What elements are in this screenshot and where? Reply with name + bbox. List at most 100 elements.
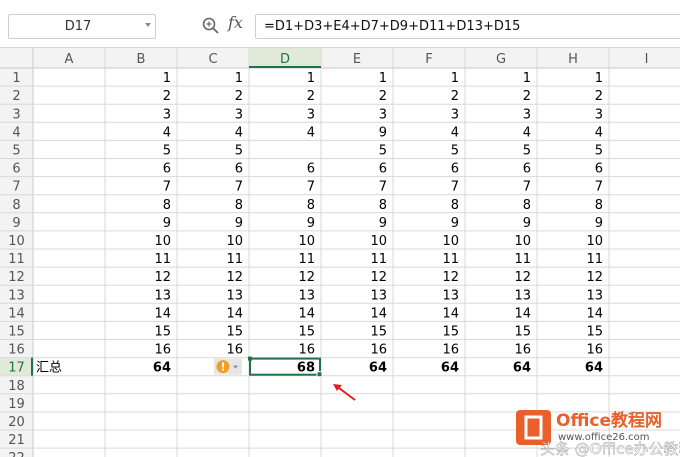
row-header-13[interactable]: 13 [8,288,25,303]
row-header-22[interactable]: 22 [8,451,25,457]
cell-d7[interactable]: 7 [307,180,315,195]
cell-g7[interactable]: 7 [523,180,531,195]
cell-c7[interactable]: 7 [235,180,243,195]
cell-h11[interactable]: 11 [586,252,603,267]
cell-f17[interactable]: 64 [441,361,459,376]
row-header-19[interactable]: 19 [8,397,25,412]
cell-h17[interactable]: 64 [585,361,603,376]
cell-h15[interactable]: 15 [586,325,603,340]
cell-g9[interactable]: 9 [523,216,531,231]
cell-b17[interactable]: 64 [153,361,171,376]
row-header-18[interactable]: 18 [8,379,25,394]
cell-f16[interactable]: 16 [442,343,459,358]
cell-d1[interactable]: 1 [307,71,315,86]
cell-b11[interactable]: 11 [154,252,171,267]
cell-b15[interactable]: 15 [154,325,171,340]
cell-h3[interactable]: 3 [595,107,603,122]
cell-c4[interactable]: 4 [235,125,243,140]
cell-e11[interactable]: 11 [370,252,387,267]
row-header-6[interactable]: 6 [12,162,20,177]
fill-handle[interactable] [316,371,323,378]
cell-h7[interactable]: 7 [595,180,603,195]
row-header-15[interactable]: 15 [8,325,25,340]
zoom-icon[interactable] [201,16,221,36]
cell-b5[interactable]: 5 [163,144,171,159]
row-header-20[interactable]: 20 [8,415,25,430]
cell-e12[interactable]: 12 [370,270,387,285]
cell-c16[interactable]: 16 [226,343,243,358]
row-header-2[interactable]: 2 [12,89,20,104]
column-header-a[interactable]: A [65,52,74,67]
cell-d4[interactable]: 4 [307,125,315,140]
cell-b16[interactable]: 16 [154,343,171,358]
cell-f3[interactable]: 3 [451,107,459,122]
cell-d16[interactable]: 16 [298,343,315,358]
cell-b12[interactable]: 12 [154,270,171,285]
cell-c9[interactable]: 9 [235,216,243,231]
cell-b14[interactable]: 14 [154,306,171,321]
cell-b13[interactable]: 13 [154,288,171,303]
cell-g5[interactable]: 5 [523,144,531,159]
column-header-g[interactable]: G [496,52,506,67]
row-header-11[interactable]: 11 [8,252,25,267]
cell-e7[interactable]: 7 [379,180,387,195]
row-header-21[interactable]: 21 [8,433,25,448]
cell-g4[interactable]: 4 [523,125,531,140]
cell-f13[interactable]: 13 [442,288,459,303]
cell-c10[interactable]: 10 [226,234,243,249]
cell-e4[interactable]: 9 [379,125,387,140]
cell-e13[interactable]: 13 [370,288,387,303]
cell-h16[interactable]: 16 [586,343,603,358]
row-header-14[interactable]: 14 [8,306,25,321]
cell-d17[interactable]: 68 [297,361,315,376]
cell-e14[interactable]: 14 [370,306,387,321]
cell-g12[interactable]: 12 [514,270,531,285]
row-header-12[interactable]: 12 [8,270,25,285]
cell-f7[interactable]: 7 [451,180,459,195]
cell-f4[interactable]: 4 [451,125,459,140]
name-box[interactable]: D17 [8,14,156,39]
row-header-4[interactable]: 4 [12,125,20,140]
column-header-i[interactable]: I [645,52,649,67]
cell-e10[interactable]: 10 [370,234,387,249]
spreadsheet-grid[interactable]: ABCDEFGHI1111111122222222333333334444944… [0,48,680,457]
cell-h12[interactable]: 12 [586,270,603,285]
cell-d11[interactable]: 11 [298,252,315,267]
cell-e9[interactable]: 9 [379,216,387,231]
cell-b7[interactable]: 7 [163,180,171,195]
cell-g15[interactable]: 15 [514,325,531,340]
column-header-f[interactable]: F [425,52,432,67]
cell-f5[interactable]: 5 [451,144,459,159]
cell-e3[interactable]: 3 [379,107,387,122]
cell-c1[interactable]: 1 [235,71,243,86]
cell-c15[interactable]: 15 [226,325,243,340]
cell-g11[interactable]: 11 [514,252,531,267]
cell-h8[interactable]: 8 [595,198,603,213]
cell-g8[interactable]: 8 [523,198,531,213]
row-header-16[interactable]: 16 [8,343,25,358]
cell-f6[interactable]: 6 [451,162,459,177]
cell-f14[interactable]: 14 [442,306,459,321]
cell-f11[interactable]: 11 [442,252,459,267]
cell-g6[interactable]: 6 [523,162,531,177]
cell-c11[interactable]: 11 [226,252,243,267]
cell-d12[interactable]: 12 [298,270,315,285]
cell-e17[interactable]: 64 [369,361,387,376]
cell-h9[interactable]: 9 [595,216,603,231]
row-header-8[interactable]: 8 [12,198,20,213]
cell-d13[interactable]: 13 [298,288,315,303]
cell-e1[interactable]: 1 [379,71,387,86]
cell-c8[interactable]: 8 [235,198,243,213]
cell-f12[interactable]: 12 [442,270,459,285]
cell-d2[interactable]: 2 [307,89,315,104]
column-header-d[interactable]: D [280,52,290,67]
cell-h6[interactable]: 6 [595,162,603,177]
cell-c6[interactable]: 6 [235,162,243,177]
cell-g2[interactable]: 2 [523,89,531,104]
column-header-h[interactable]: H [568,52,578,67]
cell-g10[interactable]: 10 [514,234,531,249]
row-header-9[interactable]: 9 [12,216,20,231]
column-header-b[interactable]: B [137,52,146,67]
column-header-c[interactable]: C [208,52,217,67]
cell-d14[interactable]: 14 [298,306,315,321]
